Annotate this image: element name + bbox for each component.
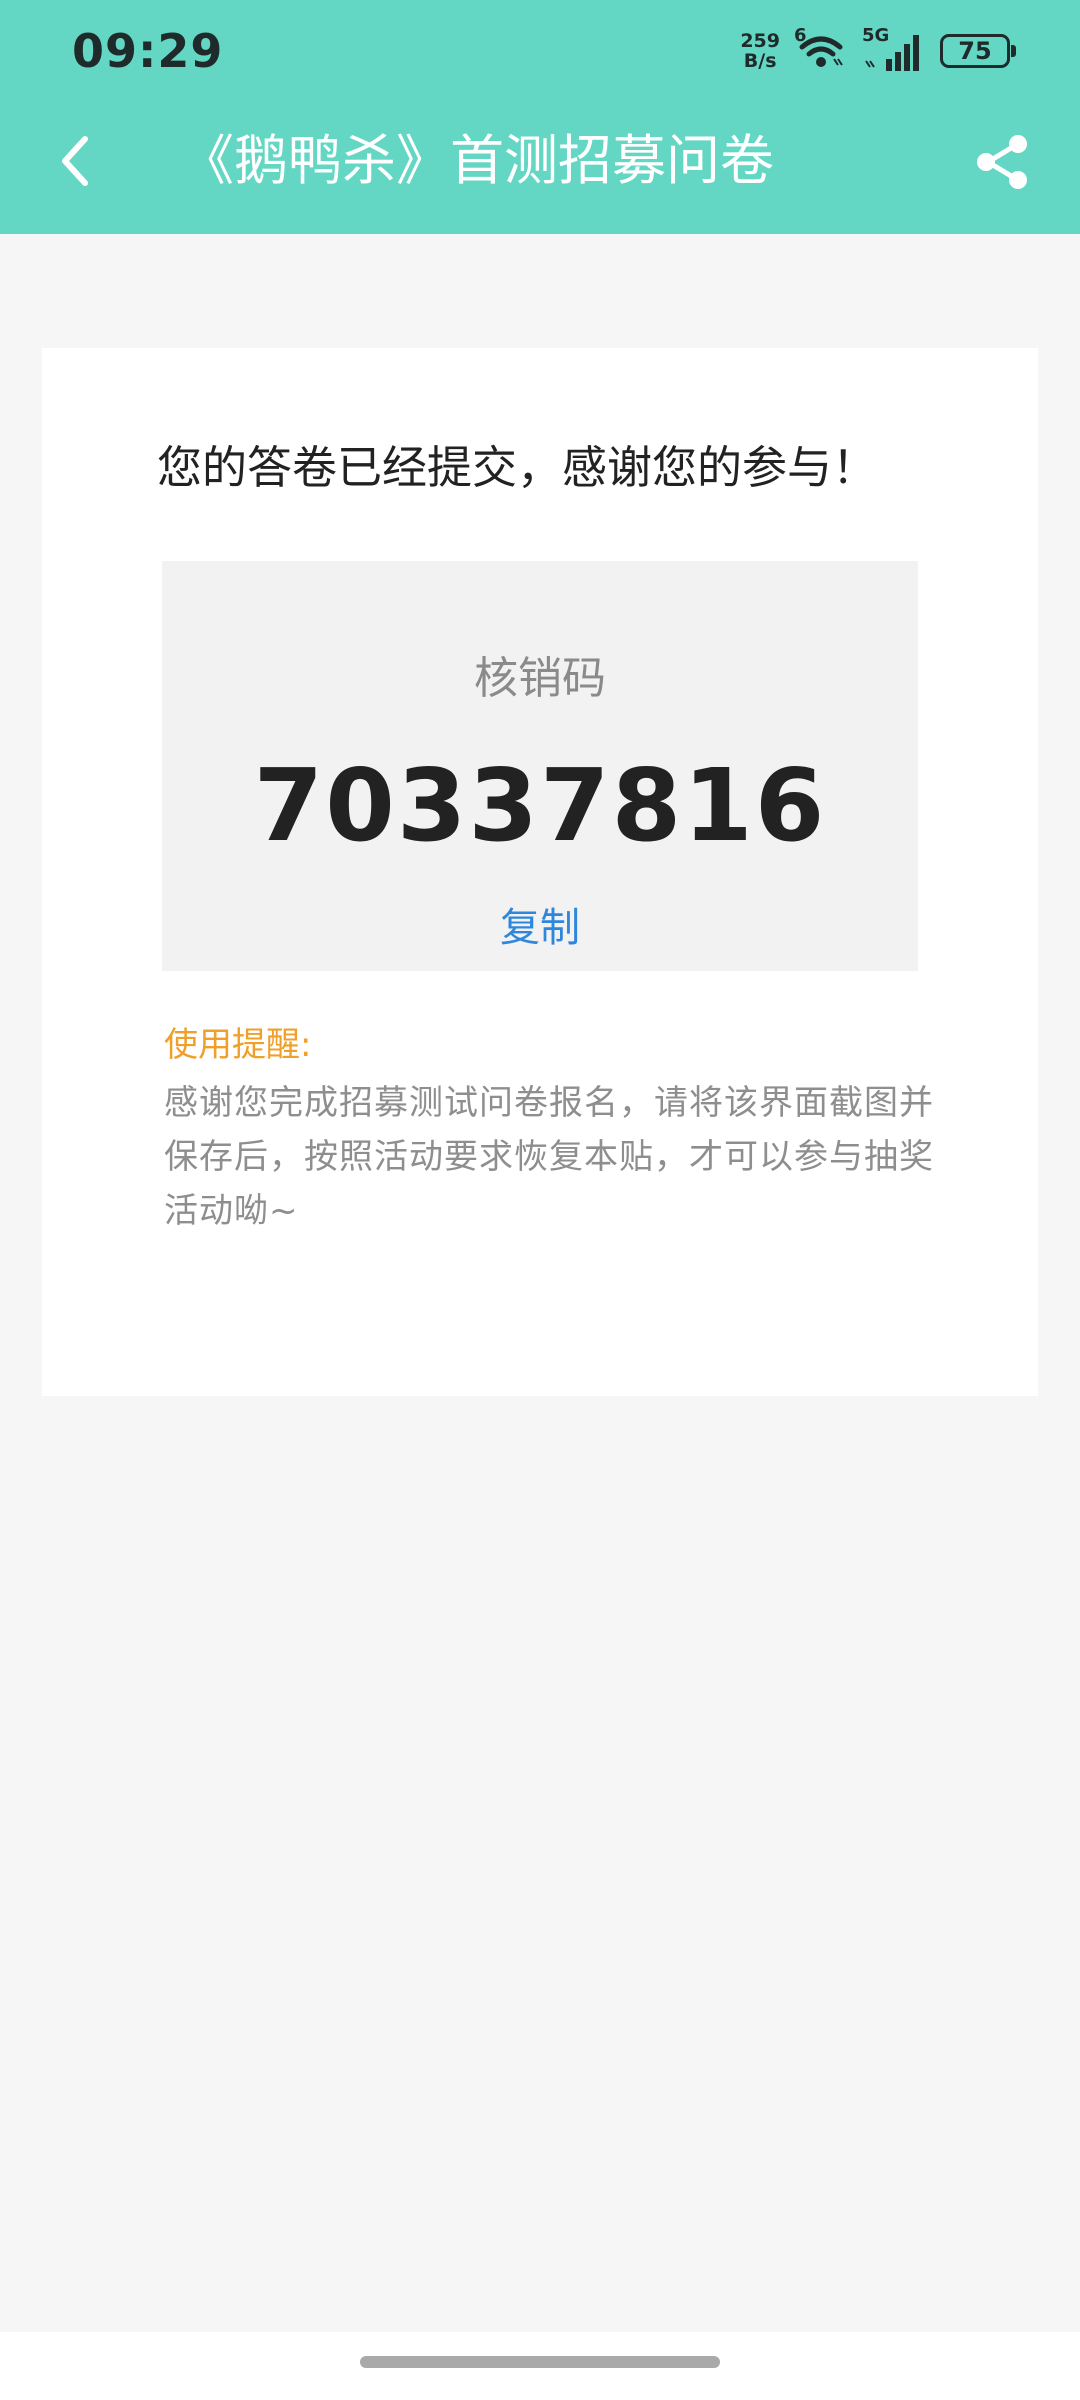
back-button[interactable]	[40, 122, 110, 200]
chevron-left-icon	[62, 136, 88, 186]
wifi-icon: 6	[794, 25, 848, 73]
battery-icon: 75	[940, 34, 1016, 68]
page-title: 《鹅鸭杀》首测招募问卷	[180, 129, 774, 192]
share-icon	[977, 135, 1027, 189]
verification-code-box: 核销码 70337816 复制	[162, 561, 918, 971]
cellular-signal-icon: 5G	[862, 25, 926, 73]
network-speed: 259 B/s	[740, 31, 780, 71]
result-card: 您的答卷已经提交，感谢您的参与！ 核销码 70337816 复制 使用提醒: 感…	[42, 348, 1038, 1396]
usage-notice-title: 使用提醒:	[164, 1025, 312, 1065]
battery-level: 75	[958, 37, 992, 65]
status-time: 09:29	[72, 24, 224, 78]
survey-result-page: 09:29 259 B/s 6 5G 75 《鹅鸭杀》首测招募问卷 您的答卷已经…	[0, 0, 1080, 2400]
network-speed-unit: B/s	[743, 50, 777, 72]
network-speed-value: 259	[740, 30, 780, 52]
verification-code-value: 70337816	[253, 747, 827, 864]
verification-code-label: 核销码	[474, 653, 606, 704]
share-button[interactable]	[964, 124, 1040, 200]
home-indicator[interactable]	[360, 2356, 720, 2368]
app-header: 09:29 259 B/s 6 5G 75 《鹅鸭杀》首测招募问卷	[0, 0, 1080, 234]
status-icons: 259 B/s 6 5G 75	[740, 25, 1016, 76]
usage-notice-text: 感谢您完成招募测试问卷报名，请将该界面截图并保存后，按照活动要求恢复本贴，才可以…	[164, 1083, 934, 1231]
copy-button[interactable]: 复制	[162, 903, 918, 953]
submission-confirmation: 您的答卷已经提交，感谢您的参与！	[157, 441, 878, 494]
